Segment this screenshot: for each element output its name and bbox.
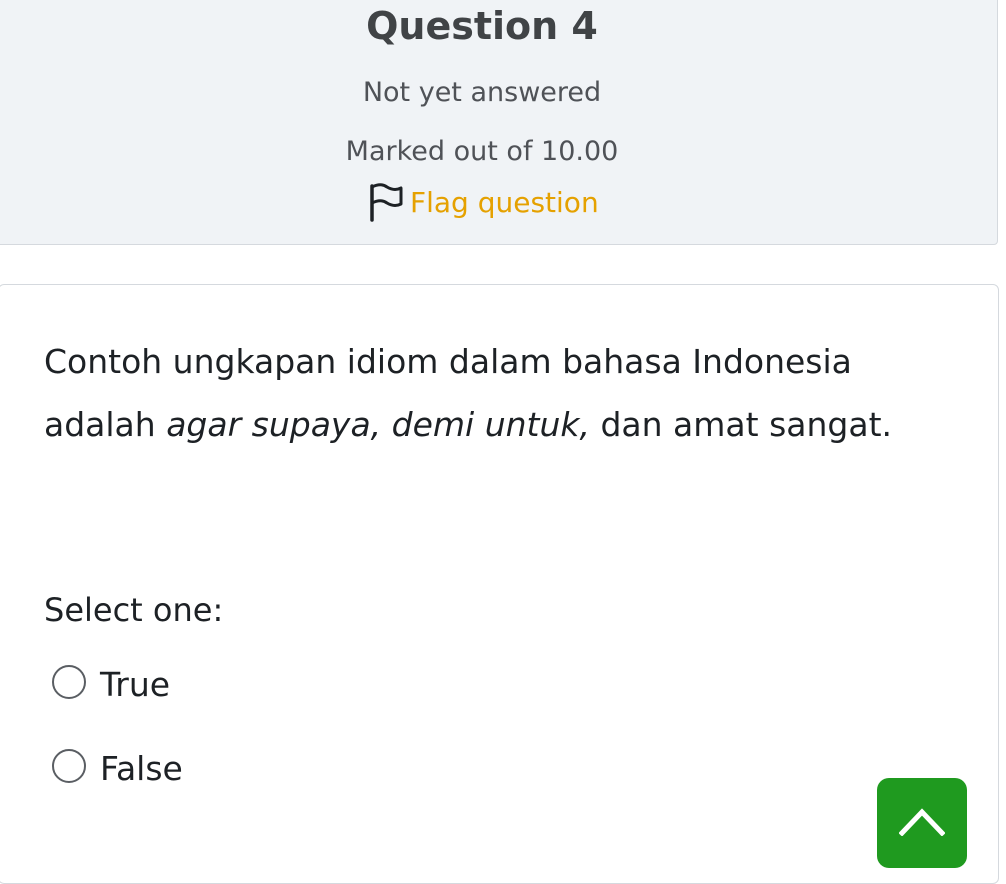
question-text-part2: dan amat sangat.: [589, 405, 892, 444]
answer-option-false[interactable]: False: [52, 744, 183, 794]
question-text: Contoh ungkapan idiom dalam bahasa Indon…: [44, 330, 924, 456]
select-one-prompt: Select one:: [44, 591, 224, 629]
flag-question-link[interactable]: Flag question: [368, 180, 599, 224]
radio-true[interactable]: [52, 665, 86, 699]
question-status: Not yet answered: [362, 77, 602, 108]
flag-icon: [368, 182, 404, 222]
back-to-top-button[interactable]: [877, 778, 967, 868]
answer-label-false: False: [100, 749, 183, 788]
question-title: Question 4: [366, 4, 598, 48]
flag-question-label: Flag question: [410, 185, 599, 219]
question-text-italic: agar supaya, demi untuk,: [166, 405, 590, 444]
radio-false[interactable]: [52, 749, 86, 783]
question-grade: Marked out of 10.00: [345, 136, 619, 167]
answer-option-true[interactable]: True: [52, 660, 170, 710]
answer-label-true: True: [100, 665, 171, 704]
chevron-up-icon: [899, 808, 945, 836]
